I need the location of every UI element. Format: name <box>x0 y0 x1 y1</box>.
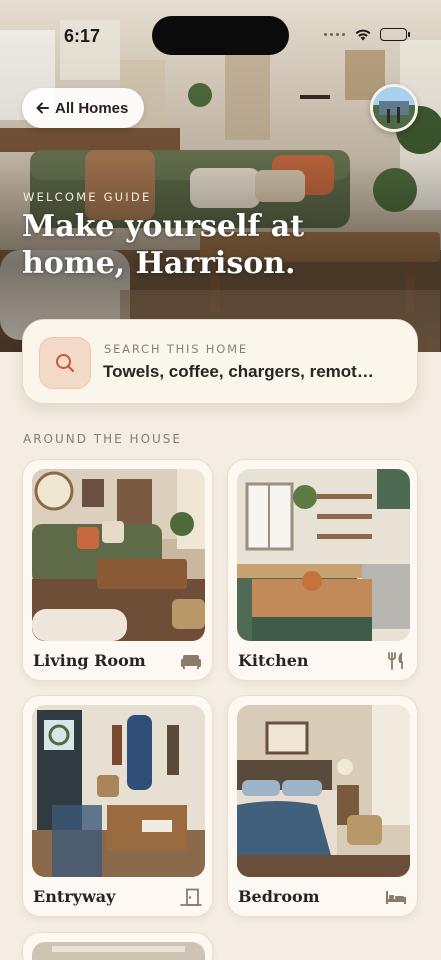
room-name: Kitchen <box>238 651 309 670</box>
living-room-photo <box>32 469 205 641</box>
fork-knife-icon <box>388 652 403 670</box>
profile-photo <box>373 87 415 129</box>
avatar[interactable] <box>370 84 418 132</box>
status-time: 6:17 <box>64 26 101 46</box>
room-card-bedroom[interactable]: Bedroom <box>227 695 418 917</box>
sofa-icon <box>181 655 201 669</box>
room-name: Bedroom <box>238 887 320 906</box>
section-title: AROUND THE HOUSE <box>23 432 183 446</box>
next-room-photo <box>32 942 205 960</box>
search-icon <box>56 354 75 373</box>
room-card-next[interactable] <box>22 932 213 960</box>
search-input[interactable]: Towels, coffee, chargers, remot… <box>103 362 399 382</box>
bedroom-photo <box>237 705 410 877</box>
welcome-eyebrow: WELCOME GUIDE <box>23 190 152 204</box>
search-home-field[interactable]: SEARCH THIS HOME Towels, coffee, charger… <box>22 319 418 404</box>
search-icon-button[interactable] <box>39 337 91 389</box>
bed-icon <box>386 891 406 904</box>
room-card-entryway[interactable]: Entryway <box>22 695 213 917</box>
all-homes-back-button[interactable]: All Homes <box>22 88 145 128</box>
battery-icon <box>380 28 410 41</box>
page-title: Make yourself at home, Harrison. <box>22 209 305 281</box>
door-icon <box>180 888 202 906</box>
room-name: Entryway <box>33 887 116 906</box>
entryway-photo <box>32 705 205 877</box>
room-card-living-room[interactable]: Living Room <box>22 459 213 681</box>
arrow-left-icon <box>36 102 49 114</box>
dynamic-island <box>152 16 289 55</box>
status-icons <box>324 28 410 41</box>
room-card-kitchen[interactable]: Kitchen <box>227 459 418 681</box>
back-button-label: All Homes <box>55 99 129 117</box>
room-name: Living Room <box>33 651 146 670</box>
kitchen-photo <box>237 469 410 641</box>
cellular-signal-icon <box>324 32 346 38</box>
wifi-icon <box>355 29 371 41</box>
search-label: SEARCH THIS HOME <box>104 342 248 356</box>
